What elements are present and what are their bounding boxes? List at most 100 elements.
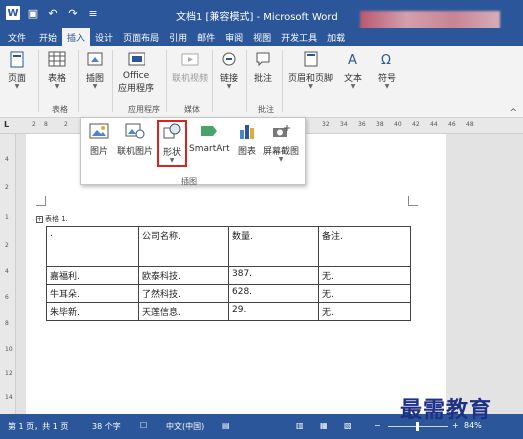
comment-icon (254, 50, 272, 68)
ruler-tick: 34 (340, 121, 348, 128)
online-video-button[interactable]: 联机视频 (172, 50, 208, 84)
link-button[interactable]: 链接 ▼ (220, 50, 238, 90)
tab-design[interactable]: 设计 (90, 28, 118, 46)
chevron-down-icon: ▼ (308, 83, 313, 90)
table-cell[interactable]: 387. (228, 266, 319, 285)
divider (246, 50, 247, 112)
group-label-media: 媒体 (184, 105, 200, 114)
illustrations-icon (86, 50, 104, 68)
smartart-button[interactable]: SmartArt (189, 122, 230, 154)
page-count[interactable]: 第 1 页，共 1 页 (8, 421, 68, 432)
ruler-tick: 46 (448, 121, 456, 128)
table-row: . 公司名称. 数量. 备注. (46, 226, 411, 267)
divider (212, 50, 213, 112)
table-caption: + 表格 1. (36, 214, 68, 224)
tab-insert[interactable]: 插入 (62, 28, 91, 46)
redo-icon[interactable]: ↷ (66, 6, 80, 20)
svg-text:Ω: Ω (381, 53, 391, 67)
proofing-icon[interactable]: ☐ (140, 421, 147, 430)
page-button[interactable]: 页面 ▼ (8, 50, 26, 90)
table-cell[interactable]: 无. (318, 284, 411, 303)
vertical-ruler: 4 2 1 2 4 6 8 10 12 14 (0, 134, 16, 414)
table-cell[interactable]: 牛耳朵. (46, 284, 139, 303)
table-cell[interactable]: 29. (228, 302, 319, 321)
shapes-button[interactable]: 形状 ▼ (157, 120, 187, 167)
ruler-tick: 44 (430, 121, 438, 128)
chevron-down-icon: ▼ (226, 83, 232, 90)
ruler-tick: 42 (412, 121, 420, 128)
table-cell[interactable]: 欧泰科技. (138, 266, 229, 285)
word-app-icon: W (6, 6, 20, 20)
ruler-tick: 14 (5, 394, 13, 401)
window-title: 文档1 [兼容模式] - Microsoft Word (176, 12, 338, 23)
divider (112, 50, 113, 112)
tab-stop-selector[interactable]: L (4, 120, 9, 129)
tab-home[interactable]: 开始 (34, 28, 62, 46)
online-picture-button[interactable]: 联机图片 (117, 122, 153, 157)
chart-button[interactable]: 图表 (237, 122, 257, 157)
comment-button[interactable]: 批注 (254, 50, 272, 84)
tab-references[interactable]: 引用 (164, 28, 192, 46)
ribbon-tab-row: 文件 开始 插入 设计 页面布局 引用 邮件 审阅 视图 开发工具 加载 (0, 28, 523, 46)
tab-mailings[interactable]: 邮件 (192, 28, 220, 46)
ruler-tick: 6 (5, 294, 9, 301)
table-cell[interactable]: 公司名称. (138, 226, 229, 267)
divider (38, 50, 39, 112)
office-apps-icon (127, 50, 145, 68)
table-cell[interactable]: 嘉福利. (46, 266, 139, 285)
table-cell[interactable]: 无. (318, 266, 411, 285)
tab-layout[interactable]: 页面布局 (118, 28, 164, 46)
table-cell[interactable]: 备注. (318, 226, 411, 267)
online-picture-label: 联机图片 (117, 147, 154, 157)
print-layout-icon[interactable]: ▦ (320, 421, 328, 430)
web-layout-icon[interactable]: ▧ (344, 421, 352, 430)
ruler-tick: 10 (5, 346, 13, 353)
table-cell[interactable]: 了然科技. (138, 284, 229, 303)
title-bar: W ▣ ↶ ↷ ≡ 文档1 [兼容模式] - Microsoft Word (0, 0, 523, 31)
language[interactable]: 中文(中国) (166, 421, 204, 432)
tab-view[interactable]: 视图 (248, 28, 276, 46)
screenshot-button[interactable]: 屏幕截图 ▼ (263, 122, 299, 163)
ruler-tick: 38 (376, 121, 384, 128)
word-count[interactable]: 38 个字 (92, 421, 121, 432)
collapse-ribbon-icon[interactable]: ^ (509, 108, 517, 118)
tab-file[interactable]: 文件 (0, 28, 35, 46)
ruler-tick: 36 (358, 121, 366, 128)
text-icon: A (344, 50, 362, 68)
margin-corner-mark (36, 196, 46, 206)
customize-toolbar-icon[interactable]: ≡ (86, 6, 100, 20)
symbol-button[interactable]: Ω 符号 ▼ (378, 50, 396, 90)
tab-developer[interactable]: 开发工具 (276, 28, 322, 46)
read-mode-icon[interactable]: ▥ (296, 421, 304, 430)
chevron-down-icon: ▼ (169, 157, 175, 164)
save-icon[interactable]: ▣ (26, 6, 40, 20)
office-apps-label: Office (122, 71, 150, 81)
tab-review[interactable]: 审阅 (220, 28, 248, 46)
table-cell[interactable]: . (46, 226, 139, 267)
table-cell[interactable]: 朱毕新. (46, 302, 139, 321)
video-icon (181, 50, 199, 68)
table-move-handle-icon[interactable]: + (36, 215, 43, 223)
zoom-out-icon[interactable]: − (374, 421, 381, 430)
illustrations-button[interactable]: 插图 ▼ (86, 50, 104, 90)
smartart-label: SmartArt (189, 144, 230, 154)
table-cell[interactable]: 628. (228, 284, 319, 303)
chevron-down-icon: ▼ (92, 83, 98, 90)
table-cell[interactable]: 天莲信息. (138, 302, 229, 321)
header-footer-button[interactable]: 页眉和页脚 ▼ (288, 50, 333, 90)
macro-record-icon[interactable]: ▤ (222, 421, 230, 430)
tab-addins[interactable]: 加载 (322, 28, 350, 46)
text-button[interactable]: A 文本 ▼ (344, 50, 362, 90)
page-icon (8, 50, 26, 68)
undo-icon[interactable]: ↶ (46, 6, 60, 20)
table-button[interactable]: 表格 ▼ (48, 50, 66, 90)
group-label-comments: 批注 (258, 105, 274, 114)
table-cell[interactable]: 无. (318, 302, 411, 321)
margin-corner-mark (408, 196, 418, 206)
divider (282, 50, 283, 112)
picture-button[interactable]: 图片 (89, 122, 109, 157)
header-footer-icon (302, 50, 320, 68)
data-table[interactable]: . 公司名称. 数量. 备注. 嘉福利. 欧泰科技. 387. 无. 牛耳朵. … (46, 226, 411, 321)
table-cell[interactable]: 数量. (228, 226, 319, 267)
office-apps-button[interactable]: Office 应用程序 (118, 50, 154, 94)
